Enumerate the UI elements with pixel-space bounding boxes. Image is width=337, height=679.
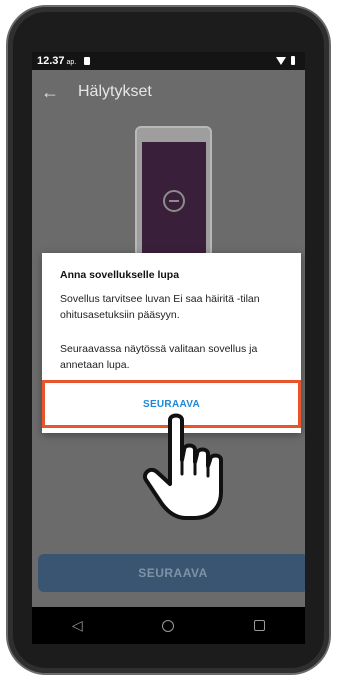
dialog-text-secondary: Seuraavassa näytössä valitaan sovellus j… xyxy=(60,343,258,371)
dialog-text: Sovellus tarvitsee luvan Ei saa häiritä … xyxy=(60,293,260,321)
sim-icon xyxy=(84,57,91,65)
pointing-hand-icon xyxy=(143,413,223,520)
status-bar: 12.37 ap. xyxy=(32,52,305,70)
nav-home-icon[interactable] xyxy=(162,619,175,632)
dialog-title: Anna sovellukselle lupa xyxy=(60,269,180,281)
page-title: Hälytykset xyxy=(78,83,152,100)
status-time: 12.37 xyxy=(37,55,65,67)
app-bar: ← Hälytykset xyxy=(32,70,305,114)
wifi-icon xyxy=(276,56,286,65)
nav-recent-icon[interactable] xyxy=(254,620,266,631)
do-not-disturb-icon xyxy=(163,190,185,212)
navigation-bar: ◁ xyxy=(32,607,305,644)
arrow-back-icon[interactable]: ← xyxy=(32,82,68,103)
status-ampm: ap. xyxy=(66,58,77,66)
illustration-screen xyxy=(142,142,206,266)
status-icons xyxy=(276,56,295,65)
next-button[interactable]: SEURAAVA xyxy=(38,554,305,592)
nav-back-icon[interactable]: ◁ xyxy=(72,617,83,634)
battery-icon xyxy=(291,56,295,65)
permission-dialog: Anna sovellukselle lupa Sovellus tarvits… xyxy=(42,253,301,433)
